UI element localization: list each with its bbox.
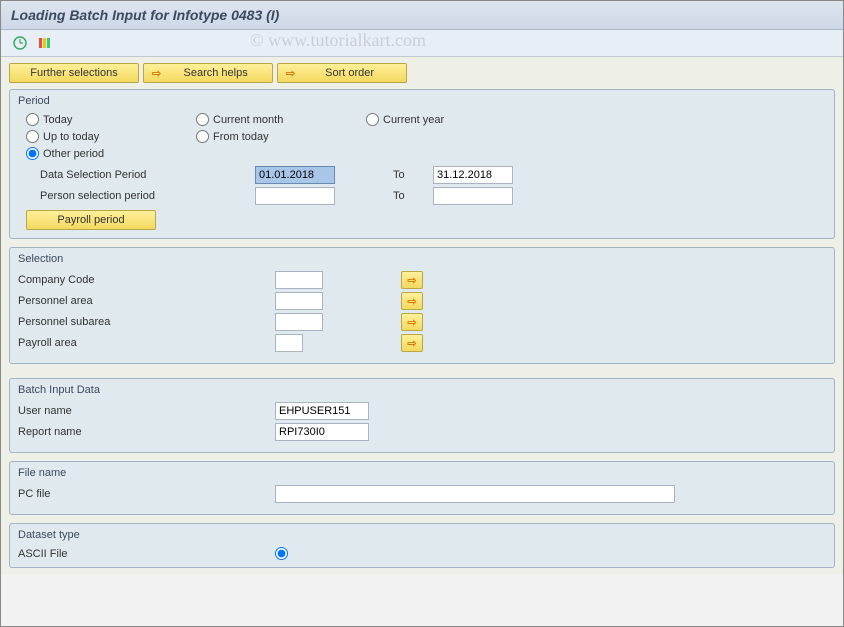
arrow-right-icon: ⇨: [407, 274, 416, 287]
further-selections-button[interactable]: Further selections: [9, 63, 139, 83]
window-header: Loading Batch Input for Infotype 0483 (I…: [1, 1, 843, 30]
content-area: Further selections ⇨ Search helps ⇨ Sort…: [1, 57, 843, 574]
report-name-row: Report name: [18, 423, 826, 441]
ascii-file-radio[interactable]: [275, 547, 288, 560]
payroll-area-row: Payroll area ⇨: [18, 334, 826, 352]
person-selection-label: Person selection period: [40, 190, 255, 202]
radio-today-label: Today: [43, 114, 72, 126]
sort-order-button[interactable]: ⇨ Sort order: [277, 63, 407, 83]
radio-from-today-label: From today: [213, 131, 269, 143]
execute-icon[interactable]: [11, 34, 29, 52]
file-name-title: File name: [18, 465, 826, 481]
payroll-area-more-button[interactable]: ⇨: [401, 334, 423, 352]
data-selection-row: Data Selection Period To: [40, 166, 826, 184]
sort-order-label: Sort order: [301, 67, 398, 79]
personnel-subarea-more-button[interactable]: ⇨: [401, 313, 423, 331]
personnel-area-more-button[interactable]: ⇨: [401, 292, 423, 310]
user-name-row: User name: [18, 402, 826, 420]
personnel-subarea-label: Personnel subarea: [18, 316, 275, 328]
pc-file-row: PC file: [18, 485, 826, 503]
arrow-right-icon: ⇨: [152, 67, 161, 80]
dataset-type-group: Dataset type ASCII File: [9, 523, 835, 568]
pc-file-label: PC file: [18, 488, 275, 500]
radio-up-to-today[interactable]: Up to today: [26, 130, 186, 143]
report-name-input[interactable]: [275, 423, 369, 441]
arrow-right-icon: ⇨: [407, 337, 416, 350]
radio-current-year[interactable]: Current year: [366, 113, 526, 126]
payroll-period-button[interactable]: Payroll period: [26, 210, 156, 230]
arrow-right-icon: ⇨: [407, 316, 416, 329]
personnel-area-row: Personnel area ⇨: [18, 292, 826, 310]
dataset-type-title: Dataset type: [18, 527, 826, 543]
personnel-area-input[interactable]: [275, 292, 323, 310]
arrow-right-icon: ⇨: [286, 67, 295, 80]
to-label-2: To: [393, 190, 433, 202]
period-group: Period Today Current month Current year …: [9, 89, 835, 239]
batch-input-title: Batch Input Data: [18, 382, 826, 398]
company-code-input[interactable]: [275, 271, 323, 289]
radio-today[interactable]: Today: [26, 113, 186, 126]
company-code-row: Company Code ⇨: [18, 271, 826, 289]
file-name-group: File name PC file: [9, 461, 835, 515]
arrow-right-icon: ⇨: [407, 295, 416, 308]
person-selection-from-input[interactable]: [255, 187, 335, 205]
variant-icon[interactable]: [35, 34, 53, 52]
person-selection-to-input[interactable]: [433, 187, 513, 205]
radio-current-month-label: Current month: [213, 114, 283, 126]
radio-other-period-label: Other period: [43, 148, 104, 160]
pc-file-input[interactable]: [275, 485, 675, 503]
search-helps-label: Search helps: [167, 67, 264, 79]
payroll-area-input[interactable]: [275, 334, 303, 352]
radio-up-to-today-label: Up to today: [43, 131, 99, 143]
personnel-subarea-row: Personnel subarea ⇨: [18, 313, 826, 331]
report-name-label: Report name: [18, 426, 275, 438]
ascii-file-row: ASCII File: [18, 547, 826, 560]
data-selection-to-input[interactable]: [433, 166, 513, 184]
payroll-area-label: Payroll area: [18, 337, 275, 349]
data-selection-from-input[interactable]: [255, 166, 335, 184]
company-code-label: Company Code: [18, 274, 275, 286]
person-selection-row: Person selection period To: [40, 187, 826, 205]
radio-other-period[interactable]: Other period: [26, 147, 186, 160]
company-code-more-button[interactable]: ⇨: [401, 271, 423, 289]
selection-group: Selection Company Code ⇨ Personnel area …: [9, 247, 835, 364]
period-title: Period: [18, 93, 826, 109]
page-title: Loading Batch Input for Infotype 0483 (I…: [11, 7, 833, 23]
period-radio-grid: Today Current month Current year Up to t…: [26, 113, 826, 160]
search-helps-button[interactable]: ⇨ Search helps: [143, 63, 273, 83]
to-label-1: To: [393, 169, 433, 181]
personnel-area-label: Personnel area: [18, 295, 275, 307]
personnel-subarea-input[interactable]: [275, 313, 323, 331]
radio-from-today[interactable]: From today: [196, 130, 356, 143]
data-selection-label: Data Selection Period: [40, 169, 255, 181]
toolbar: [1, 30, 843, 57]
selection-title: Selection: [18, 251, 826, 267]
radio-current-year-label: Current year: [383, 114, 444, 126]
ascii-file-label: ASCII File: [18, 548, 275, 560]
button-bar: Further selections ⇨ Search helps ⇨ Sort…: [9, 63, 835, 83]
batch-input-group: Batch Input Data User name Report name: [9, 378, 835, 453]
user-name-input[interactable]: [275, 402, 369, 420]
radio-current-month[interactable]: Current month: [196, 113, 356, 126]
user-name-label: User name: [18, 405, 275, 417]
